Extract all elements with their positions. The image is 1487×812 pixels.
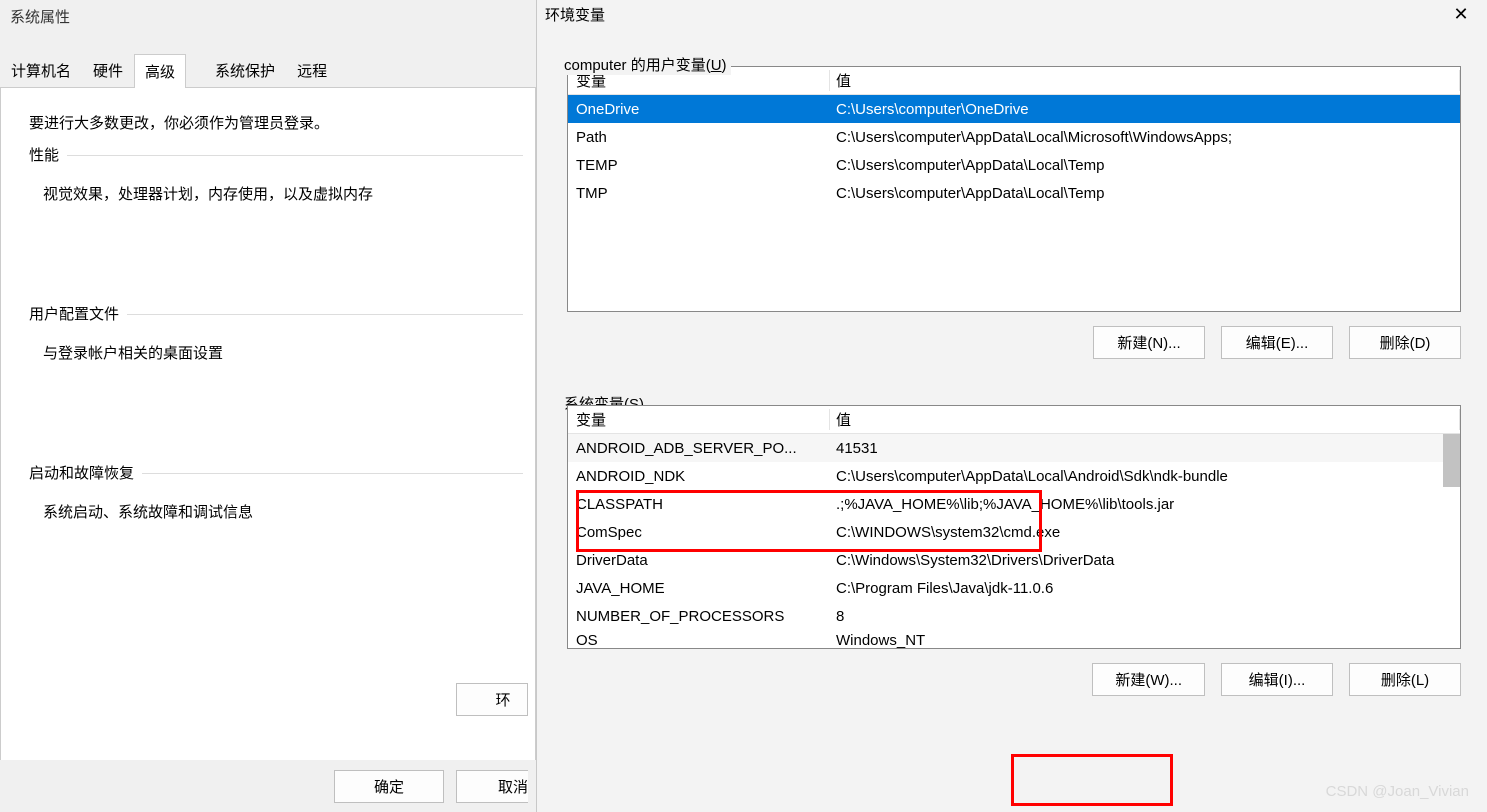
system-vars-fieldset: 系统变量(S) 变量 值 ANDROID_ADB_SERVER_PO... 41… <box>567 405 1461 696</box>
sysprop-bottom-buttons: 确定 取消 <box>0 760 536 812</box>
tabs: 计算机名 硬件 高级 系统保护 远程 <box>0 53 536 88</box>
group-desc-startup-recovery: 系统启动、系统故障和调试信息 <box>43 501 523 522</box>
user-vars-buttons: 新建(N)... 编辑(E)... 删除(D) <box>567 326 1461 375</box>
user-vars-fieldset: computer 的用户变量(U) 变量 值 OneDrive C:\Users… <box>567 66 1461 375</box>
list-item[interactable]: OneDrive C:\Users\computer\OneDrive <box>568 95 1460 123</box>
user-delete-button[interactable]: 删除(D) <box>1349 326 1461 359</box>
close-icon[interactable]: ✕ <box>1443 5 1479 23</box>
list-item[interactable]: ANDROID_NDK C:\Users\computer\AppData\Lo… <box>568 462 1460 490</box>
tab-advanced[interactable]: 高级 <box>134 54 186 88</box>
list-item[interactable]: TMP C:\Users\computer\AppData\Local\Temp <box>568 179 1460 207</box>
col-value[interactable]: 值 <box>830 70 1460 91</box>
system-properties-window: 系统属性 计算机名 硬件 高级 系统保护 远程 要进行大多数更改，你必须作为管理… <box>0 0 536 812</box>
list-item[interactable]: ComSpec C:\WINDOWS\system32\cmd.exe <box>568 518 1460 546</box>
tab-system-protection[interactable]: 系统保护 <box>204 53 286 87</box>
list-item[interactable]: OS Windows_NT <box>568 630 1460 649</box>
group-title-startup-recovery: 启动和故障恢复 <box>29 462 142 483</box>
user-new-button[interactable]: 新建(N)... <box>1093 326 1205 359</box>
user-edit-button[interactable]: 编辑(E)... <box>1221 326 1333 359</box>
list-item[interactable]: TEMP C:\Users\computer\AppData\Local\Tem… <box>568 151 1460 179</box>
tab-body-advanced: 要进行大多数更改，你必须作为管理员登录。 性能 视觉效果，处理器计划，内存使用，… <box>0 88 536 778</box>
list-item[interactable]: ANDROID_ADB_SERVER_PO... 41531 <box>568 434 1460 462</box>
user-vars-label: computer 的用户变量(U) <box>564 54 731 75</box>
scrollbar-thumb[interactable] <box>1443 434 1460 487</box>
group-title-user-profile: 用户配置文件 <box>29 303 127 324</box>
list-item[interactable]: DriverData C:\Windows\System32\Drivers\D… <box>568 546 1460 574</box>
group-startup-recovery: 启动和故障恢复 系统启动、系统故障和调试信息 <box>29 473 523 522</box>
env-title: 环境变量 <box>545 4 605 25</box>
env-vars-button[interactable]: 环 <box>456 683 528 716</box>
user-vars-list[interactable]: 变量 值 OneDrive C:\Users\computer\OneDrive… <box>567 66 1461 312</box>
env-titlebar: 环境变量 ✕ <box>537 0 1487 28</box>
list-item[interactable]: NUMBER_OF_PROCESSORS 8 <box>568 602 1460 630</box>
list-item[interactable]: JAVA_HOME C:\Program Files\Java\jdk-11.0… <box>568 574 1460 602</box>
tab-remote[interactable]: 远程 <box>286 53 338 87</box>
system-vars-buttons: 新建(W)... 编辑(I)... 删除(L) <box>567 663 1461 696</box>
window-title: 系统属性 <box>0 0 536 33</box>
admin-intro: 要进行大多数更改，你必须作为管理员登录。 <box>29 112 529 133</box>
system-new-button[interactable]: 新建(W)... <box>1092 663 1205 696</box>
group-desc-performance: 视觉效果，处理器计划，内存使用，以及虚拟内存 <box>43 183 523 204</box>
col-variable[interactable]: 变量 <box>568 409 830 430</box>
ok-button[interactable]: 确定 <box>334 770 444 803</box>
group-performance: 性能 视觉效果，处理器计划，内存使用，以及虚拟内存 <box>29 155 523 204</box>
list-header: 变量 值 <box>568 406 1460 434</box>
list-item[interactable]: Path C:\Users\computer\AppData\Local\Mic… <box>568 123 1460 151</box>
list-item[interactable]: CLASSPATH .;%JAVA_HOME%\lib;%JAVA_HOME%\… <box>568 490 1460 518</box>
group-user-profile: 用户配置文件 与登录帐户相关的桌面设置 <box>29 314 523 363</box>
tab-hardware[interactable]: 硬件 <box>82 53 134 87</box>
system-delete-button[interactable]: 删除(L) <box>1349 663 1461 696</box>
group-title-performance: 性能 <box>29 144 67 165</box>
env-vars-dialog: 环境变量 ✕ computer 的用户变量(U) 变量 值 OneDrive C… <box>536 0 1487 812</box>
system-vars-list[interactable]: 变量 值 ANDROID_ADB_SERVER_PO... 41531 ANDR… <box>567 405 1461 649</box>
group-desc-user-profile: 与登录帐户相关的桌面设置 <box>43 342 523 363</box>
tab-computer-name[interactable]: 计算机名 <box>0 53 82 87</box>
system-edit-button[interactable]: 编辑(I)... <box>1221 663 1333 696</box>
col-value[interactable]: 值 <box>830 409 1460 430</box>
cancel-button[interactable]: 取消 <box>456 770 528 803</box>
